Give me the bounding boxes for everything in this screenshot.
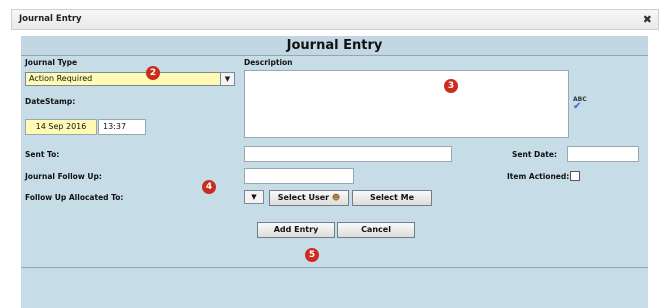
panel-divider [21,267,648,268]
date-field[interactable]: 14 Sep 2016 [25,119,97,135]
select-user-label: Select User [277,193,330,202]
dialog-titlebar: Journal Entry ✖ [11,9,659,30]
journal-follow-up-label: Journal Follow Up: [25,172,102,181]
spellcheck-icon[interactable]: ABC ✔ [573,96,587,112]
select-me-button[interactable]: Select Me [352,190,432,206]
add-entry-button[interactable]: Add Entry [257,222,335,238]
sent-date-field[interactable] [567,146,639,162]
sent-date-label: Sent Date: [512,150,557,159]
marker-badge: 3 [444,79,458,93]
sent-to-field[interactable] [244,146,452,162]
journal-type-label: Journal Type [25,58,78,67]
check-icon: ✔ [573,101,582,112]
cancel-button[interactable]: Cancel [337,222,415,238]
journal-type-select[interactable]: Action Required ▼ [25,72,235,86]
sent-to-label: Sent To: [25,150,60,159]
select-user-button[interactable]: Select User ☻ [269,190,349,206]
marker-badge: 4 [202,180,216,194]
close-icon[interactable]: ✖ [643,13,652,26]
item-actioned-checkbox[interactable] [570,171,580,181]
datestamp-label: DateStamp: [25,97,76,106]
marker-badge: 2 [146,66,160,80]
user-icon: ☻ [331,193,341,202]
journal-type-value: Action Required [29,74,93,83]
marker-badge: 5 [305,248,319,262]
item-actioned-label: Item Actioned: [507,172,570,181]
time-field[interactable]: 13:37 [98,119,146,135]
chevron-down-icon: ▼ [251,193,257,201]
allocated-to-label: Follow Up Allocated To: [25,193,124,202]
form-heading: Journal Entry [21,36,648,56]
allocated-to-select[interactable]: ▼ [244,190,264,204]
journal-entry-form: Journal Entry Journal Type Action Requir… [21,36,648,308]
chevron-down-icon: ▼ [220,73,234,85]
dialog-title: Journal Entry [19,14,82,24]
description-label: Description [244,58,293,67]
journal-follow-up-field[interactable] [244,168,354,184]
description-textarea[interactable] [244,70,569,138]
